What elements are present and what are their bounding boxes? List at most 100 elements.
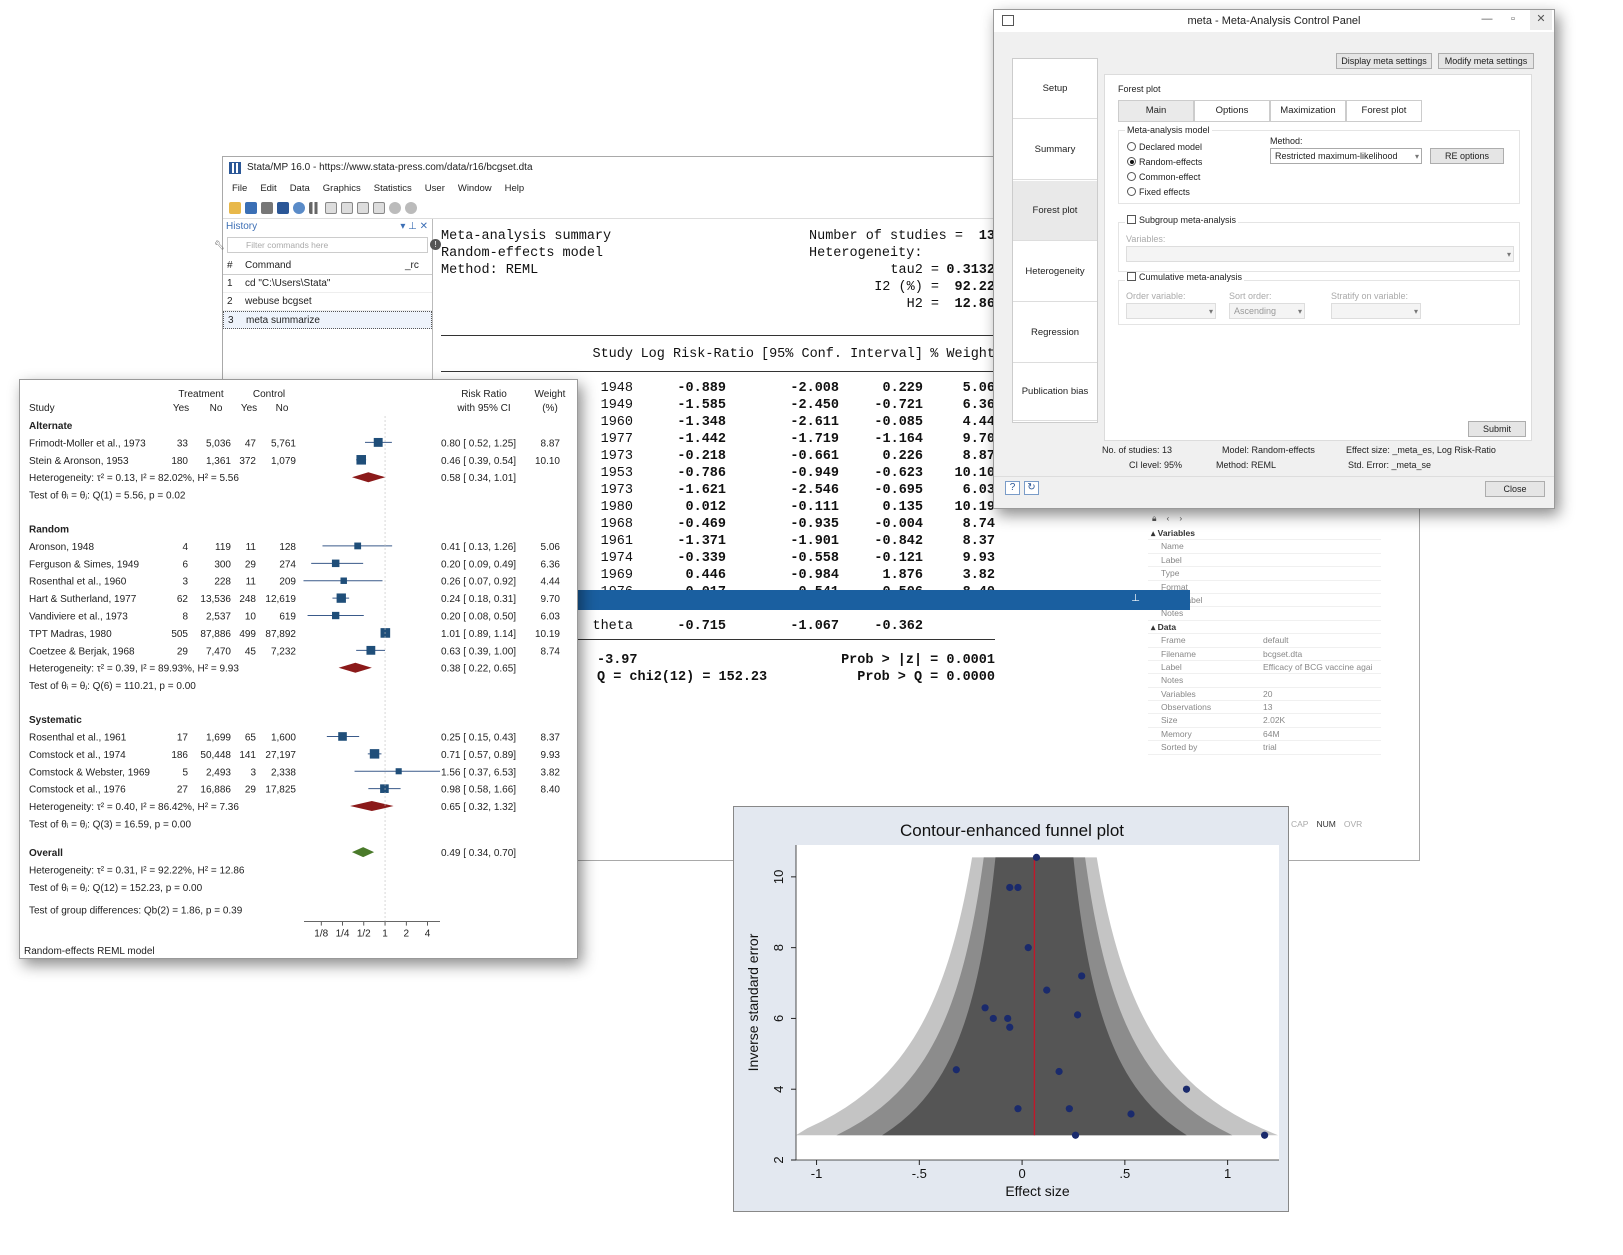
stratify-label: Stratify on variable: [1331, 291, 1409, 301]
history-header: # Command _rc [223, 257, 432, 275]
lock-icon[interactable]: 🔒︎ [1152, 513, 1157, 527]
variables-manager-icon[interactable] [373, 201, 385, 214]
maximize-button[interactable]: ▫ [1502, 10, 1524, 30]
data-editor-icon[interactable] [341, 201, 353, 214]
radio-fixed[interactable]: Fixed effects [1127, 187, 1190, 197]
col-rc[interactable]: _rc [405, 257, 419, 274]
property-row[interactable]: Label [1148, 554, 1381, 568]
menu-window[interactable]: Window [458, 183, 492, 194]
forest-group-pooled: 0.65 [ 0.32, 1.32] [441, 802, 516, 813]
menu-graphics[interactable]: Graphics [323, 183, 361, 194]
forest-header-yes: Yes [241, 403, 257, 414]
radio-declared-dot[interactable] [1127, 142, 1136, 151]
property-row[interactable]: Label Efficacy of BCG vaccine agai [1148, 661, 1381, 675]
funnel-point [1127, 1110, 1135, 1118]
forest-group-het: Heterogeneity: τ² = 0.13, I² = 82.02%, H… [29, 473, 239, 484]
menu-statistics[interactable]: Statistics [374, 183, 412, 194]
property-row[interactable]: Variables 20 [1148, 688, 1381, 702]
open-icon[interactable] [229, 201, 241, 214]
re-options-button[interactable]: RE options [1430, 148, 1504, 164]
forest-plot-group-title: Forest plot [1118, 84, 1161, 94]
nav-regression[interactable]: Regression [1013, 303, 1097, 363]
sort-order-select[interactable]: Ascending ▾ [1229, 303, 1305, 319]
data-browser-icon[interactable] [357, 201, 369, 214]
radio-common[interactable]: Common-effect [1127, 172, 1200, 182]
print-icon[interactable] [261, 201, 273, 214]
menu-user[interactable]: User [425, 183, 445, 194]
radio-declared[interactable]: Declared model [1127, 142, 1202, 152]
radio-common-dot[interactable] [1127, 172, 1136, 181]
tab-forest-plot[interactable]: Forest plot [1346, 100, 1422, 122]
log-icon[interactable] [277, 201, 289, 214]
close-button[interactable]: Close [1485, 481, 1545, 497]
nav-forest-plot[interactable]: Forest plot [1013, 181, 1097, 241]
radio-random-dot[interactable] [1127, 157, 1136, 166]
history-row[interactable]: 2 webuse bcgset [223, 293, 432, 311]
more-icon[interactable] [389, 201, 401, 214]
forest-study-name: Rosenthal et al., 1960 [29, 577, 127, 588]
property-row[interactable]: Name [1148, 540, 1381, 554]
property-row[interactable]: Memory 64M [1148, 728, 1381, 742]
info-ci: CI level: 95% [1129, 460, 1183, 470]
method-select[interactable]: Restricted maximum-likelihood ▾ [1270, 148, 1422, 164]
funnel-point [1014, 1105, 1022, 1113]
forest-subgroup-diamond [351, 472, 386, 483]
pin-icon[interactable]: ⊥ [1131, 593, 1140, 604]
save-icon[interactable] [245, 201, 257, 214]
help-icon[interactable]: ? [1005, 481, 1020, 495]
viewer-icon[interactable] [293, 201, 305, 214]
nav-setup[interactable]: Setup [1013, 59, 1097, 119]
history-filter-input[interactable]: 🔧︎ Filter commands here ! [214, 237, 441, 253]
nav-publication-bias[interactable]: Publication bias [1013, 363, 1097, 421]
forest-study-name: Comstock & Webster, 1969 [29, 767, 150, 778]
pane-controls[interactable]: ▾ ⊥ ✕ [400, 219, 428, 235]
forest-ci-text: 0.20 [ 0.08, 0.50] [441, 612, 516, 623]
radio-random[interactable]: Random-effects [1127, 157, 1202, 167]
variables-label: Variables: [1126, 234, 1166, 244]
property-row[interactable]: Notes [1148, 674, 1381, 688]
property-row[interactable]: Observations 13 [1148, 701, 1381, 715]
submit-button[interactable]: Submit [1468, 421, 1526, 437]
menu-data[interactable]: Data [290, 183, 310, 194]
cumulative-check[interactable] [1127, 272, 1136, 281]
col-num[interactable]: # [227, 257, 245, 274]
property-row[interactable]: Sorted by trial [1148, 741, 1381, 755]
reset-icon[interactable]: ↻ [1024, 481, 1039, 495]
property-value: bcgset.dta [1263, 648, 1303, 659]
back-icon[interactable]: ‹ [1167, 513, 1170, 527]
display-meta-settings-button[interactable]: Display meta settings [1336, 53, 1432, 69]
tab-maximization[interactable]: Maximization [1270, 100, 1346, 122]
modify-meta-settings-button[interactable]: Modify meta settings [1438, 53, 1534, 69]
menu-file[interactable]: File [232, 183, 247, 194]
menu-edit[interactable]: Edit [260, 183, 276, 194]
order-var-select[interactable]: ▾ [1126, 303, 1216, 319]
forest-overall-diamond [351, 847, 375, 858]
forest-ctrl-no: 128 [279, 542, 296, 553]
forest-subgroup-diamond [350, 801, 394, 812]
nav-summary[interactable]: Summary [1013, 120, 1097, 180]
property-row[interactable]: Frame default [1148, 634, 1381, 648]
dofile-icon[interactable] [325, 201, 337, 214]
stratify-select[interactable]: ▾ [1331, 303, 1421, 319]
subgroup-check[interactable] [1127, 215, 1136, 224]
forward-icon[interactable]: › [1179, 513, 1182, 527]
property-row[interactable]: Filename bcgset.dta [1148, 648, 1381, 661]
graph-icon[interactable] [309, 201, 321, 214]
history-row-selected[interactable]: 3 meta summarize [223, 311, 432, 329]
minimize-button[interactable]: — [1476, 10, 1498, 30]
menu-help[interactable]: Help [505, 183, 525, 194]
subgroup-checkbox[interactable]: Subgroup meta-analysis [1125, 215, 1239, 225]
tab-main[interactable]: Main [1118, 100, 1194, 122]
tab-options[interactable]: Options [1194, 100, 1270, 122]
col-command[interactable]: Command [245, 257, 405, 274]
forest-weight: 8.87 [541, 438, 561, 449]
break-icon[interactable] [405, 201, 417, 214]
radio-fixed-dot[interactable] [1127, 187, 1136, 196]
property-row[interactable]: Type [1148, 567, 1381, 581]
property-row[interactable]: Size 2.02K [1148, 714, 1381, 728]
close-window-button[interactable]: ✕ [1530, 10, 1552, 30]
cumulative-checkbox[interactable]: Cumulative meta-analysis [1125, 272, 1245, 282]
nav-heterogeneity[interactable]: Heterogeneity [1013, 242, 1097, 302]
history-row[interactable]: 1 cd "C:\Users\Stata" [223, 275, 432, 293]
variables-select[interactable]: ▾ [1126, 246, 1514, 262]
